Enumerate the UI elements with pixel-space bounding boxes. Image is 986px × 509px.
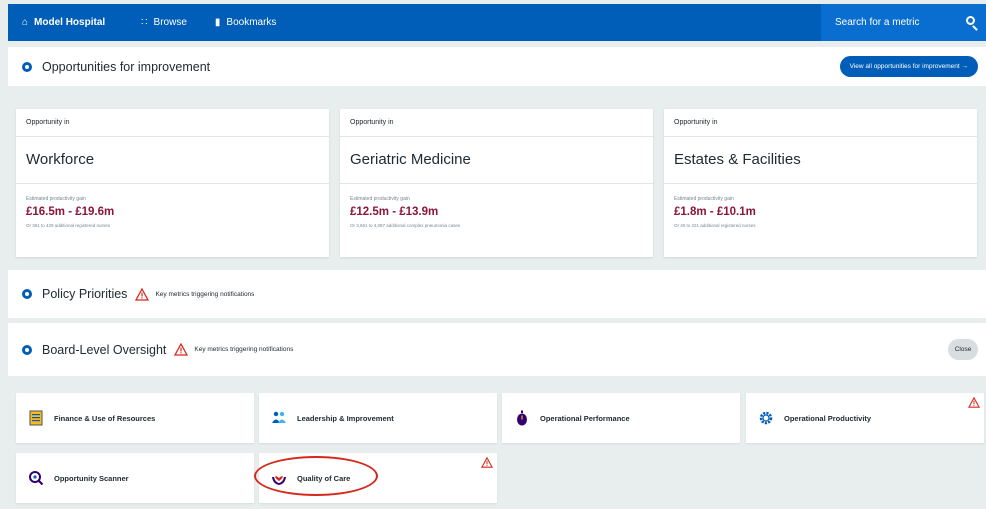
card-area: Workforce [26, 151, 95, 168]
divider [16, 183, 329, 184]
section-toggle-icon [22, 289, 32, 299]
divider [340, 183, 653, 184]
tile-quality-of-care[interactable]: Quality of Care [259, 453, 497, 503]
magnifier-icon [28, 470, 44, 486]
tile-label: Opportunity Scanner [54, 473, 129, 483]
tile-label: Operational Productivity [784, 413, 872, 423]
card-label: Opportunity in [674, 119, 718, 126]
section-toggle-icon [22, 344, 32, 355]
opportunities-header[interactable]: Opportunities for improvement View all o… [8, 47, 986, 86]
tile-label: Leadership & Improvement [297, 413, 394, 423]
bookmarks-label: Bookmarks [226, 17, 277, 28]
tile-label: Finance & Use of Resources [54, 413, 156, 423]
browse-link[interactable]: ∷ Browse [141, 4, 187, 41]
close-button[interactable]: Close [948, 339, 978, 360]
grid-icon: ∷ [141, 17, 148, 28]
ledger-icon [28, 410, 44, 426]
tile-label: Quality of Care [297, 473, 351, 483]
opportunity-card-geriatric-medicine[interactable]: Opportunity in Geriatric Medicine Estima… [340, 109, 653, 257]
board-oversight-title: Board-Level Oversight [42, 342, 167, 357]
divider [340, 136, 653, 137]
bookmarks-link[interactable]: ▮ Bookmarks [215, 4, 277, 41]
divider [664, 183, 977, 184]
warning-icon [481, 457, 493, 468]
gain-label: Estimated productivity gain [26, 196, 86, 202]
gain-label: Estimated productivity gain [674, 196, 734, 202]
warning-icon [135, 287, 150, 301]
search-box[interactable]: Search for a metric [821, 4, 986, 41]
gain-value: £1.8m - £10.1m [674, 206, 756, 218]
warning-text: Key metrics triggering notifications [194, 346, 294, 353]
tile-operational-performance[interactable]: Operational Performance [502, 393, 740, 443]
gain-note: Or 40 to 221 additional registered nurse… [674, 223, 756, 228]
warning-icon [174, 343, 189, 356]
card-area: Estates & Facilities [674, 151, 801, 168]
card-label: Opportunity in [26, 119, 70, 126]
people-icon [271, 410, 287, 426]
heart-hands-icon [271, 470, 287, 486]
gain-note: Or 361 to 429 additional registered nurs… [26, 223, 111, 228]
warning-text: Key metrics triggering notifications [155, 290, 255, 298]
tile-opportunity-scanner[interactable]: Opportunity Scanner [16, 453, 254, 503]
tile-leadership-improvement[interactable]: Leadership & Improvement [259, 393, 497, 443]
gain-label: Estimated productivity gain [350, 196, 410, 202]
top-navigation-bar: ⌂ Model Hospital ∷ Browse ▮ Bookmarks Se… [8, 4, 986, 41]
divider [664, 136, 977, 137]
gain-note: Or 3,661 to 4,087 additional complex pne… [350, 223, 461, 228]
opportunity-card-workforce[interactable]: Opportunity in Workforce Estimated produ… [16, 109, 329, 257]
home-icon: ⌂ [22, 17, 29, 28]
tile-operational-productivity[interactable]: Operational Productivity [746, 393, 984, 443]
brand-label: Model Hospital [34, 17, 106, 28]
warning-icon [968, 397, 980, 408]
divider [16, 136, 329, 137]
bookmark-icon: ▮ [214, 17, 221, 28]
browse-label: Browse [153, 17, 187, 28]
tile-finance-use-of-resources[interactable]: Finance & Use of Resources [16, 393, 254, 443]
policy-priorities-title: Policy Priorities [42, 287, 128, 301]
search-icon[interactable] [962, 13, 982, 33]
policy-priorities-header[interactable]: Policy Priorities Key metrics triggering… [8, 270, 986, 318]
home-link[interactable]: ⌂ Model Hospital [22, 4, 105, 41]
opportunity-card-estates-facilities[interactable]: Opportunity in Estates & Facilities Esti… [664, 109, 977, 257]
gain-value: £16.5m - £19.6m [26, 206, 115, 218]
board-oversight-header[interactable]: Board-Level Oversight Key metrics trigge… [8, 323, 986, 376]
card-label: Opportunity in [350, 119, 394, 126]
card-area: Geriatric Medicine [350, 151, 471, 168]
gear-icon [758, 410, 774, 426]
opportunities-title: Opportunities for improvement [42, 59, 211, 74]
view-all-opportunities-button[interactable]: View all opportunities for improvement → [839, 56, 978, 77]
gain-value: £12.5m - £13.9m [350, 206, 439, 218]
tile-label: Operational Performance [540, 413, 630, 423]
search-input[interactable]: Search for a metric [835, 17, 962, 28]
section-toggle-icon [22, 61, 32, 72]
stopwatch-icon [514, 410, 530, 426]
